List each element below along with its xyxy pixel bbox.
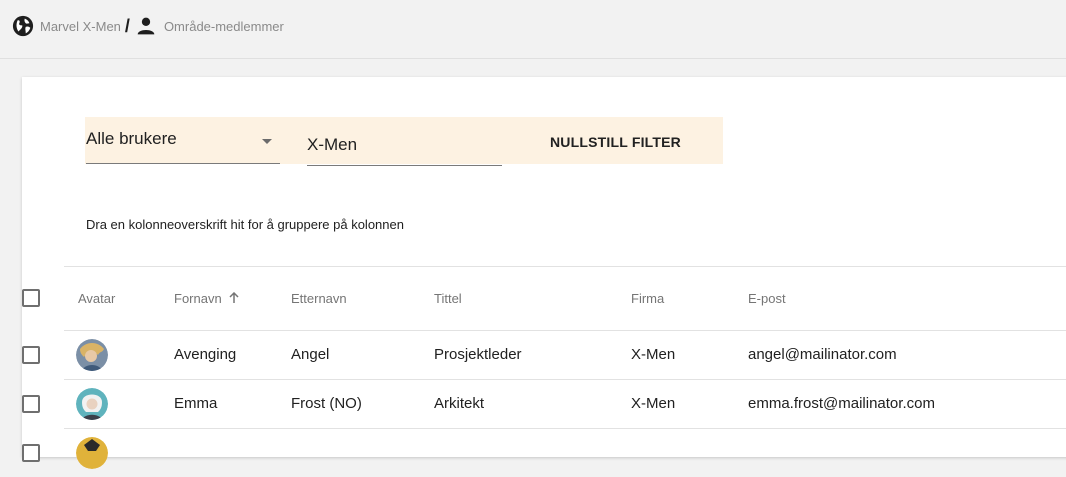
person-icon (136, 16, 156, 36)
column-header-lastname[interactable]: Etternavn (291, 266, 347, 330)
email-cell: angel@mailinator.com (748, 346, 897, 363)
grid-header-row: Avatar Fornavn Etternavn Tittel Firma E-… (0, 266, 1002, 330)
avatar-cell (76, 428, 108, 477)
column-header-firstname-label: Fornavn (174, 290, 222, 306)
user-filter-value: Alle brukere (86, 129, 177, 148)
avatar (76, 436, 108, 469)
group-filter-input[interactable] (307, 117, 502, 166)
column-header-title[interactable]: Tittel (434, 266, 462, 330)
breadcrumb: Marvel X-Men / Område-medlemmer (12, 15, 284, 37)
lastname-cell: Frost (NO) (291, 395, 362, 412)
row-checkbox[interactable] (22, 345, 40, 364)
column-header-company[interactable]: Firma (631, 266, 664, 330)
chevron-down-icon[interactable] (262, 139, 272, 144)
reset-filter-button[interactable]: NULLSTILL FILTER (538, 128, 714, 156)
breadcrumb-project-link[interactable]: Marvel X-Men (40, 19, 121, 34)
breadcrumb-current-page: Område-medlemmer (163, 18, 284, 34)
breadcrumb-separator: / (124, 15, 130, 36)
row-select-cell (22, 428, 40, 477)
avatar (76, 387, 108, 420)
top-bar: Marvel X-Men / Område-medlemmer (0, 0, 1066, 59)
table-row[interactable]: Avenging Angel Prosjektleder X-Men angel… (0, 330, 1002, 379)
avatar (76, 338, 108, 371)
group-by-drop-zone[interactable]: Dra en kolonneoverskrift hit for å grupp… (86, 217, 404, 232)
table-row[interactable] (0, 428, 1002, 477)
user-filter-select[interactable]: Alle brukere (86, 117, 280, 164)
company-cell: X-Men (631, 346, 676, 363)
lastname-cell: Angel (291, 346, 330, 363)
company-cell: X-Men (631, 395, 676, 412)
row-select-cell (22, 379, 40, 428)
avatar-cell (76, 330, 108, 379)
email-cell: emma.frost@mailinator.com (748, 395, 935, 412)
select-all-checkbox[interactable] (22, 289, 40, 307)
column-header-email[interactable]: E-post (748, 266, 786, 330)
title-cell: Arkitekt (434, 395, 485, 412)
avatar-cell (76, 379, 108, 428)
row-checkbox[interactable] (22, 443, 40, 462)
row-checkbox[interactable] (22, 394, 40, 413)
row-select-cell (22, 330, 40, 379)
table-row[interactable]: Emma Frost (NO) Arkitekt X-Men emma.fros… (0, 379, 1002, 428)
firstname-cell: Avenging (174, 346, 237, 363)
title-cell: Prosjektleder (434, 346, 522, 363)
column-header-firstname[interactable]: Fornavn (174, 266, 240, 330)
firstname-cell: Emma (174, 395, 218, 412)
select-all-cell (22, 266, 40, 330)
arrow-up-icon (228, 292, 240, 304)
column-header-avatar[interactable]: Avatar (78, 266, 115, 330)
globe-icon (12, 15, 34, 37)
